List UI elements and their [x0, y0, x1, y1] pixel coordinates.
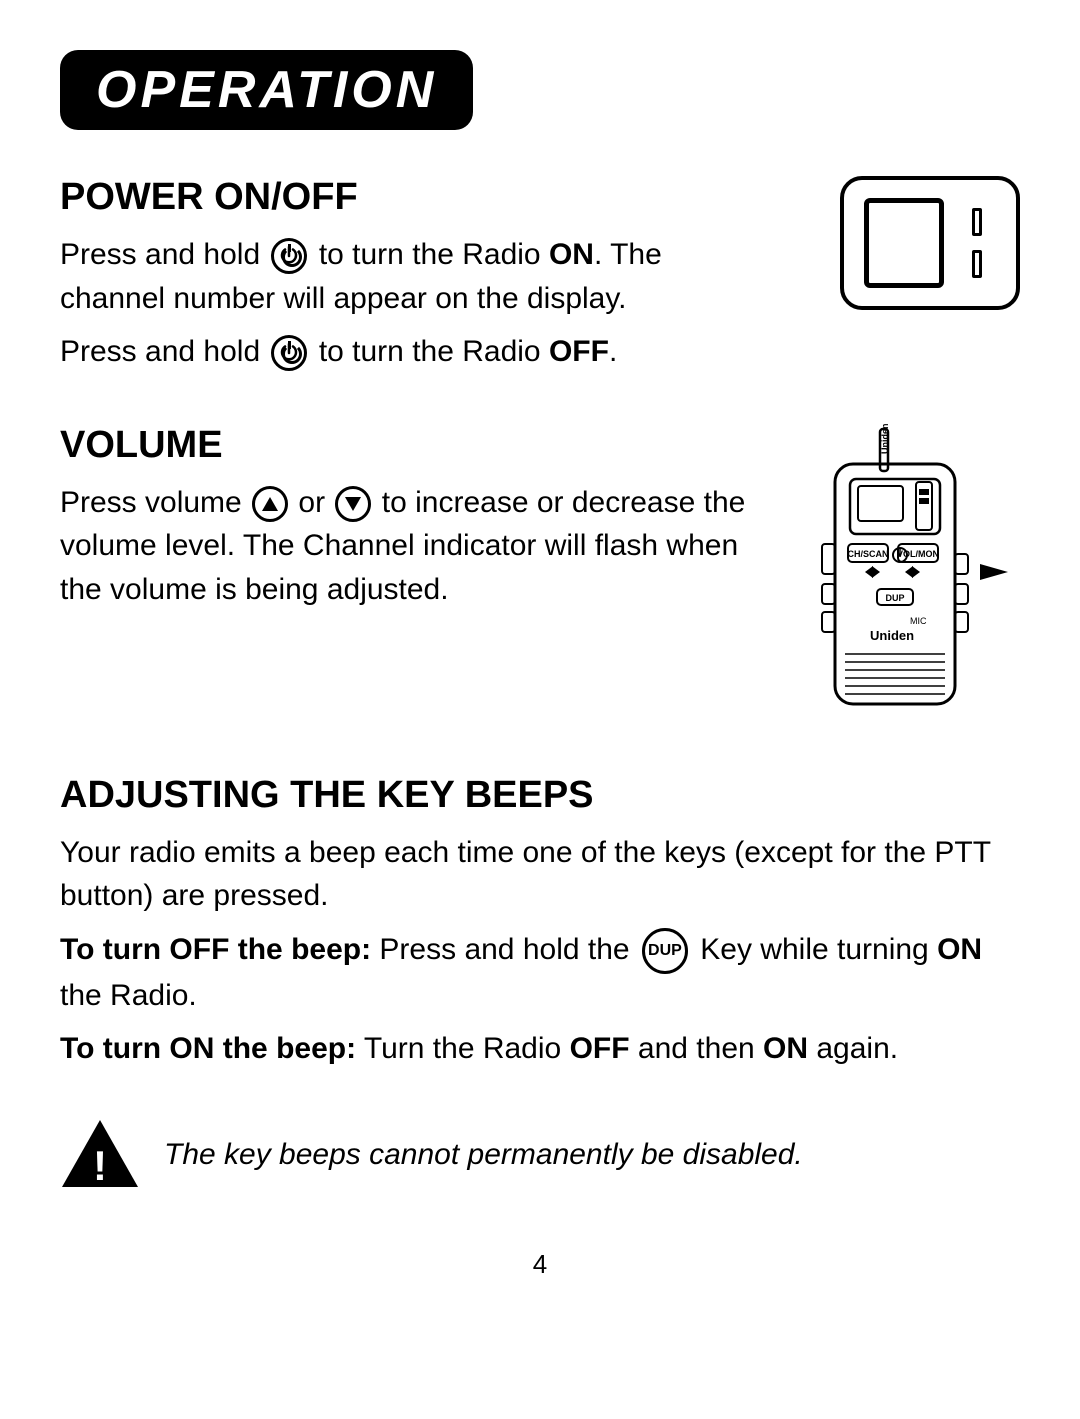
- power-p1-after: to turn the Radio: [319, 238, 549, 271]
- beeps-off-end: Key while turning: [700, 933, 937, 966]
- radio-svg: CH/SCAN VOL/MON DUP MIC Uniden: [780, 424, 1020, 744]
- beeps-on-bold: ON: [763, 1032, 808, 1065]
- beeps-on-end: again.: [816, 1032, 898, 1065]
- beeps-off-final: the Radio.: [60, 979, 197, 1012]
- power-p1-before: Press and hold: [60, 238, 268, 271]
- power-svg-1: [278, 245, 300, 267]
- beeps-off-text: Press and hold the: [379, 933, 638, 966]
- beeps-intro: Your radio emits a beep each time one of…: [60, 831, 1020, 918]
- lcd-digit-main: [864, 198, 944, 288]
- volume-paragraph: Press volume or to increase or decrease …: [60, 481, 760, 612]
- beeps-off-label: To turn OFF the beep:: [60, 933, 371, 966]
- beeps-on-text2: and then: [638, 1032, 763, 1065]
- lcd-digit-small: [958, 208, 996, 278]
- svg-text:CH/SCAN: CH/SCAN: [847, 549, 888, 559]
- volume-radio-img-area: CH/SCAN VOL/MON DUP MIC Uniden: [760, 414, 1020, 744]
- lcd-seg-top: [972, 208, 982, 236]
- vol-text-before: Press volume: [60, 486, 250, 519]
- volume-down-icon: [335, 486, 371, 522]
- beeps-turn-off: To turn OFF the beep: Press and hold the…: [60, 928, 1020, 1018]
- power-p1-bold: ON: [549, 238, 594, 271]
- lcd-display: [840, 176, 1020, 310]
- svg-text:VOL/MON: VOL/MON: [897, 549, 939, 559]
- volume-title: VOLUME: [60, 424, 760, 467]
- volume-text-block: VOLUME Press volume or to increase or de…: [60, 414, 760, 622]
- page-number: 4: [60, 1249, 1020, 1280]
- warning-box: ! The key beeps cannot permanently be di…: [60, 1111, 1020, 1199]
- power-title: POWER ON/OFF: [60, 176, 740, 219]
- up-arrow-svg: [261, 495, 279, 513]
- power-paragraph2: Press and hold to turn the Radio OFF.: [60, 330, 740, 374]
- svg-text:DUP: DUP: [885, 593, 904, 603]
- power-icon-1: [271, 238, 307, 274]
- power-p2-bold: OFF: [549, 335, 609, 368]
- warning-text: The key beeps cannot permanently be disa…: [164, 1134, 803, 1176]
- svg-text:!: !: [93, 1142, 107, 1189]
- down-arrow-svg: [344, 495, 362, 513]
- power-p2-before: Press and hold: [60, 335, 268, 368]
- dup-key-icon: DUP: [642, 928, 688, 974]
- beeps-on-off-bold: OFF: [570, 1032, 630, 1065]
- warning-triangle-icon: !: [60, 1115, 140, 1195]
- power-p2-after: to turn the Radio: [319, 335, 549, 368]
- vol-or: or: [298, 486, 333, 519]
- volume-up-icon: [252, 486, 288, 522]
- power-paragraph1: Press and hold to turn the Radio ON. The…: [60, 233, 740, 320]
- svg-text:MIC: MIC: [910, 616, 927, 626]
- beeps-section: ADJUSTING THE KEY BEEPS Your radio emits…: [60, 774, 1020, 1071]
- power-section: POWER ON/OFF Press and hold to turn the …: [60, 166, 1020, 384]
- lcd-seg-bottom: [972, 250, 982, 278]
- beeps-on-text: Turn the Radio: [364, 1032, 570, 1065]
- svg-text:Uniden: Uniden: [870, 628, 914, 643]
- power-text-block: POWER ON/OFF Press and hold to turn the …: [60, 166, 740, 384]
- svg-text:Uniden: Uniden: [880, 424, 890, 454]
- beeps-off-bold: ON: [937, 933, 982, 966]
- power-svg-2: [278, 342, 300, 364]
- volume-section: VOLUME Press volume or to increase or de…: [60, 414, 1020, 744]
- operation-title: OPERATION: [96, 61, 437, 119]
- beeps-turn-on: To turn ON the beep: Turn the Radio OFF …: [60, 1027, 1020, 1071]
- beeps-on-label: To turn ON the beep:: [60, 1032, 356, 1065]
- power-p2-end: .: [609, 335, 617, 368]
- operation-header: OPERATION: [60, 50, 473, 130]
- beeps-title: ADJUSTING THE KEY BEEPS: [60, 774, 1020, 817]
- power-icon-2: [271, 335, 307, 371]
- power-display-area: [740, 166, 1020, 310]
